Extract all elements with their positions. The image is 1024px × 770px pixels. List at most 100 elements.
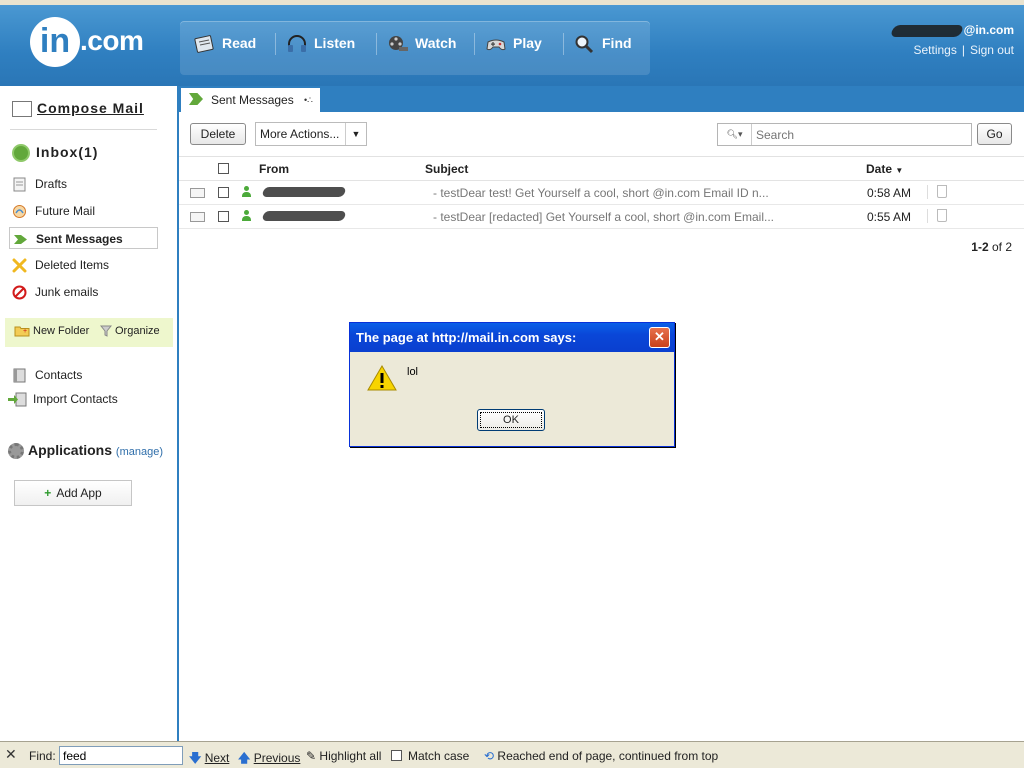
- applications-label: Applications: [28, 442, 113, 458]
- settings-link[interactable]: Settings: [913, 43, 956, 57]
- contacts-book-icon: [13, 368, 26, 383]
- match-case-checkbox[interactable]: [391, 750, 402, 761]
- sidebar-item-label: Junk emails: [35, 285, 99, 299]
- trash-icon[interactable]: [937, 185, 947, 198]
- inbox-label: Inbox(1): [36, 144, 99, 160]
- tab-sent-messages[interactable]: Sent Messages •∴: [181, 88, 320, 112]
- inbox-icon: [12, 144, 30, 163]
- pagination-range: 1-2: [971, 240, 989, 254]
- nav-read[interactable]: Read: [194, 21, 256, 75]
- close-icon[interactable]: ✕: [649, 327, 670, 348]
- nav-play[interactable]: Play: [485, 21, 542, 75]
- film-reel-icon: [389, 36, 408, 52]
- find-next-label: Next: [204, 751, 230, 765]
- row-date: 0:58 AM: [867, 186, 912, 200]
- column-date[interactable]: Date ▼: [866, 162, 903, 176]
- svg-text:+: +: [23, 328, 27, 335]
- signout-link[interactable]: Sign out: [970, 43, 1014, 57]
- find-status: ⟲ Reached end of page, continued from to…: [484, 749, 718, 763]
- sidebar-item-label: Import Contacts: [33, 392, 118, 406]
- search-input[interactable]: [754, 125, 970, 145]
- logo-text: .com: [80, 25, 144, 56]
- gear-icon: [8, 443, 24, 460]
- sidebar-item-label: Deleted Items: [35, 258, 110, 272]
- organize-button[interactable]: Organize: [99, 325, 160, 337]
- message-list-header: From Subject Date ▼: [179, 157, 1024, 181]
- trash-icon[interactable]: [937, 209, 947, 222]
- sidebar-item-sent-messages[interactable]: Sent Messages: [9, 227, 158, 249]
- sidebar-item-future-mail[interactable]: Future Mail: [12, 200, 158, 222]
- row-checkbox[interactable]: [218, 187, 229, 198]
- column-subject[interactable]: Subject: [425, 162, 468, 176]
- junk-no-icon: [12, 285, 27, 300]
- applications-heading: Applications (manage): [8, 442, 163, 460]
- nav-play-label: Play: [513, 35, 542, 51]
- mail-toolbar: Delete More Actions... ▼ 🔍︎▾ Go: [179, 112, 1024, 157]
- column-date-label: Date: [866, 162, 893, 176]
- account-email[interactable]: @in.com: [889, 23, 1014, 37]
- row-separator: [927, 209, 928, 223]
- manage-apps-link[interactable]: (manage): [116, 446, 163, 458]
- dialog-message: lol: [407, 366, 419, 378]
- find-input[interactable]: [59, 746, 183, 765]
- row-separator: [927, 185, 928, 199]
- nav-find[interactable]: Find: [574, 21, 632, 75]
- contact-person-icon: [242, 186, 251, 197]
- redacted-sender: [261, 187, 347, 197]
- gamepad-icon: [486, 39, 506, 51]
- nav-listen[interactable]: Listen: [286, 21, 355, 75]
- new-folder-icon: +: [14, 326, 30, 337]
- site-header: in .com Read Listen Watch Play Find @in.…: [0, 5, 1024, 86]
- plus-icon: +: [44, 486, 52, 500]
- match-case-label: Match case: [408, 749, 470, 763]
- compose-mail-link[interactable]: Compose Mail: [12, 100, 144, 118]
- redacted-username: [889, 24, 964, 37]
- ok-button[interactable]: OK: [477, 409, 545, 431]
- sidebar-item-label: Sent Messages: [36, 232, 123, 246]
- find-status-text: Reached end of page, continued from top: [497, 749, 719, 763]
- search-options-icon[interactable]: 🔍︎▾: [718, 124, 752, 145]
- sidebar-item-label: Contacts: [35, 368, 83, 382]
- find-next-button[interactable]: 🡇 Next: [189, 749, 229, 770]
- deleted-x-icon: [12, 258, 27, 273]
- more-actions-dropdown[interactable]: More Actions... ▼: [255, 122, 367, 146]
- sidebar-item-import-contacts[interactable]: Import Contacts: [8, 388, 154, 410]
- sidebar-item-junk-emails[interactable]: Junk emails: [12, 281, 158, 303]
- incom-logo[interactable]: in .com: [30, 17, 150, 73]
- future-mail-icon: [13, 205, 26, 219]
- new-folder-button[interactable]: + New Folder: [14, 325, 89, 337]
- account-email-suffix: @in.com: [963, 23, 1014, 37]
- highlight-all-button[interactable]: ✎ Highlight all: [306, 749, 381, 763]
- main-nav: Read Listen Watch Play Find: [180, 21, 650, 75]
- dialog-title[interactable]: The page at http://mail.in.com says:: [350, 323, 674, 352]
- column-from[interactable]: From: [259, 162, 289, 176]
- account-area: @in.com Settings | Sign out: [889, 23, 1014, 57]
- add-app-button[interactable]: + Add App: [14, 480, 132, 506]
- alert-dialog: The page at http://mail.in.com says: ✕ l…: [349, 322, 675, 447]
- arrow-up-icon: 🡅: [238, 751, 251, 765]
- row-checkbox[interactable]: [218, 211, 229, 222]
- select-all-checkbox[interactable]: [218, 163, 229, 174]
- browser-find-bar: ✕ Find: 🡇 Next 🡅 Previous ✎ Highlight al…: [0, 741, 1024, 768]
- tab-bar: Sent Messages •∴: [179, 86, 1024, 112]
- nav-watch[interactable]: Watch: [387, 21, 456, 75]
- nav-read-label: Read: [222, 35, 257, 51]
- sidebar-item-deleted-items[interactable]: Deleted Items: [12, 254, 158, 276]
- loading-spinner-icon: •∴: [304, 95, 313, 105]
- nav-separator: [376, 33, 377, 55]
- sort-desc-icon: ▼: [895, 166, 904, 175]
- table-row[interactable]: - testDear [redacted] Get Yourself a coo…: [179, 205, 1024, 229]
- find-previous-button[interactable]: 🡅 Previous: [238, 749, 300, 770]
- close-icon[interactable]: ✕: [5, 746, 17, 763]
- sidebar-item-inbox[interactable]: Inbox(1): [12, 144, 99, 163]
- delete-button[interactable]: Delete: [190, 123, 246, 145]
- sidebar-item-drafts[interactable]: Drafts: [12, 173, 158, 195]
- sidebar-item-contacts[interactable]: Contacts: [12, 364, 158, 386]
- row-from: [261, 186, 347, 200]
- nav-watch-label: Watch: [415, 35, 457, 51]
- new-folder-label: New Folder: [33, 325, 90, 337]
- table-row[interactable]: - testDear test! Get Yourself a cool, sh…: [179, 181, 1024, 205]
- magnifier-icon: [575, 35, 594, 54]
- go-button[interactable]: Go: [977, 123, 1012, 145]
- link-separator: |: [961, 43, 965, 57]
